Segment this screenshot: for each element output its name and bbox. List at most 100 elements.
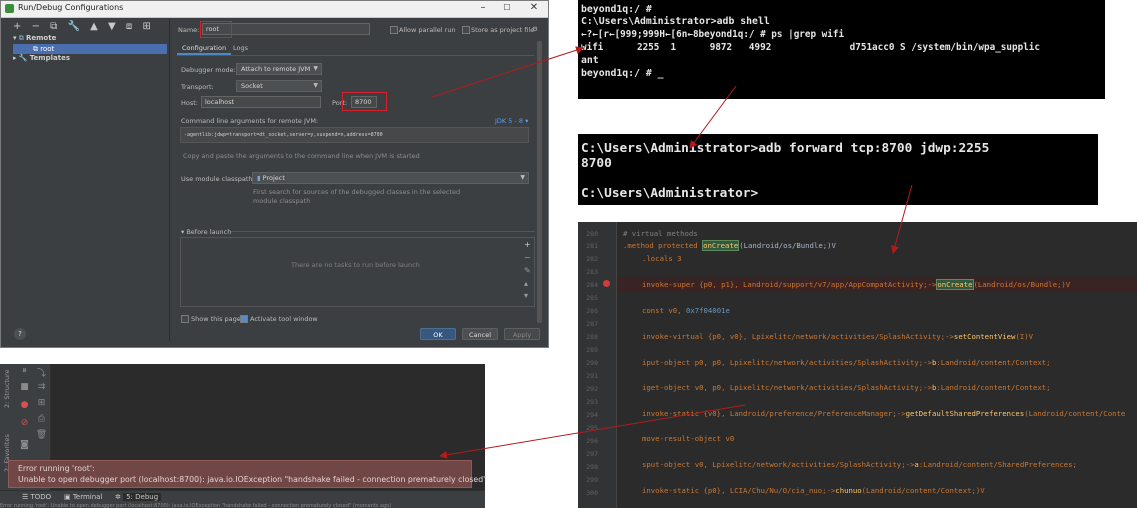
classpath-label: Use module classpath: <box>181 175 255 183</box>
line-number: 296 <box>586 437 598 445</box>
pause-icon[interactable]: ⏸ <box>16 366 33 376</box>
code-method-name: getDefaultSharedPreferences <box>905 409 1025 418</box>
line-number: 281 <box>586 242 598 250</box>
code-text: invoke-super {p0, p1}, Landroid/support/… <box>642 280 937 289</box>
line-number: 297 <box>586 450 598 458</box>
tree-item-label: Remote <box>25 34 57 42</box>
allow-parallel-checkbox[interactable] <box>390 26 398 34</box>
scrollbar[interactable] <box>537 41 542 323</box>
mute-breakpoints-icon[interactable]: ⊘ <box>16 418 33 428</box>
shell-line: ←?←[r←[999;999H←[6n←8beyond1q:/ # ps |gr… <box>581 29 845 40</box>
line-number: 298 <box>586 463 598 471</box>
help-icon[interactable]: ⚙ <box>532 25 538 33</box>
copy-icon[interactable]: ⧉ <box>50 21 57 32</box>
activate-tool-checkbox[interactable] <box>240 315 248 323</box>
code-text: const v0, <box>642 306 686 315</box>
highlight-box <box>200 21 232 38</box>
shell-line: wifi 2255 1 9872 4992 d751acc0 S /system… <box>581 42 1040 53</box>
code-line: invoke-static {v0}, Landroid/preference/… <box>642 409 1125 418</box>
evaluate-icon[interactable]: ⊞ <box>33 398 50 408</box>
add-task-icon[interactable]: + <box>524 240 531 249</box>
move-down-icon[interactable]: ▾ <box>524 291 528 300</box>
move-down-icon[interactable]: ▼ <box>108 21 116 32</box>
classpath-select[interactable]: ▮ Project ▼ <box>252 172 529 184</box>
folder-icon[interactable]: ⧈ <box>126 21 132 32</box>
structure-tab[interactable]: 2: Structure <box>3 369 11 408</box>
print-icon[interactable]: ⎙ <box>33 414 50 424</box>
tree-item-remote[interactable]: ▾ ⧉ Remote <box>13 34 56 43</box>
maximize-icon[interactable]: ☐ <box>495 1 519 16</box>
step-into-icon[interactable]: ⇉ <box>33 382 50 392</box>
divider <box>169 19 170 341</box>
code-editor: 280 281 282 283 284 285 286 287 288 289 … <box>578 222 1137 508</box>
classpath-hint-line2: module classpath <box>253 197 311 205</box>
help-button[interactable]: ? <box>14 328 26 340</box>
code-method-name: onCreate <box>936 279 974 290</box>
step-over-icon[interactable]: ⤵ <box>33 366 50 379</box>
line-number: 284 <box>586 281 598 289</box>
allow-parallel-label: Allow parallel run <box>399 26 456 34</box>
tab-label: 5: Debug <box>123 493 162 501</box>
minimize-icon[interactable]: – <box>471 1 495 16</box>
cmd-args-label: Command line arguments for remote JVM: <box>181 117 319 125</box>
tab-todo[interactable]: ☰ TODO <box>22 492 51 502</box>
error-title: Error running 'root': <box>18 464 95 473</box>
dialog-title: Run/Debug Configurations <box>18 3 124 12</box>
line-number: 287 <box>586 320 598 328</box>
debugger-mode-select[interactable]: Attach to remote JVM ▼ <box>236 63 322 75</box>
remove-icon[interactable]: − <box>32 21 40 32</box>
breakpoint-icon[interactable] <box>603 280 610 287</box>
code-line: const v0, 0x7f04001e <box>642 306 730 315</box>
shell-window-1: beyond1q:/ # C:\Users\Administrator>adb … <box>578 0 1105 99</box>
tab-terminal[interactable]: ▣ Terminal <box>64 492 102 502</box>
trash-icon[interactable]: 🗑 <box>33 430 50 440</box>
line-number: 293 <box>586 398 598 406</box>
tab-configuration[interactable]: Configuration <box>177 43 232 55</box>
camera-icon[interactable]: ◙ <box>16 440 33 450</box>
apply-button[interactable]: Apply <box>504 328 540 340</box>
tab-debug[interactable]: ✲ 5: Debug <box>115 492 162 502</box>
stop-icon[interactable]: ■ <box>16 382 33 392</box>
show-page-checkbox[interactable] <box>181 315 189 323</box>
shell-line: 8700 <box>581 156 612 171</box>
tab-logs[interactable]: Logs <box>233 43 248 53</box>
ok-button[interactable]: OK <box>420 328 456 340</box>
move-up-icon[interactable]: ▴ <box>524 279 528 288</box>
move-up-icon[interactable]: ▲ <box>90 21 98 32</box>
shell-line: C:\Users\Administrator>adb forward tcp:8… <box>581 141 990 156</box>
chevron-down-icon: ▼ <box>313 82 318 89</box>
cmd-args-field[interactable]: -agentlib:jdwp=transport=dt_socket,serve… <box>180 127 529 143</box>
view-breakpoints-icon[interactable]: ● <box>16 400 33 410</box>
code-text: (I)V <box>1015 332 1034 341</box>
line-number: 291 <box>586 372 598 380</box>
line-number: 283 <box>586 268 598 276</box>
tree-toolbar: + − ⧉ 🔧 ▲ ▼ ⧈ ⊞ <box>13 21 158 33</box>
divider <box>231 231 535 232</box>
add-icon[interactable]: + <box>13 21 21 32</box>
before-launch-panel: There are no tasks to run before launch <box>180 237 535 307</box>
line-number: 282 <box>586 255 598 263</box>
wrench-icon: 🔧 <box>18 54 30 62</box>
chevron-down-icon: ▼ <box>520 174 525 181</box>
line-number: 295 <box>586 424 598 432</box>
tree-item-templates[interactable]: ▸ 🔧 Templates <box>13 54 70 62</box>
before-launch-empty: There are no tasks to run before launch <box>291 261 420 269</box>
highlight-box <box>342 92 387 111</box>
sort-icon[interactable]: ⊞ <box>142 21 150 32</box>
classpath-hint-line1: First search for sources of the debugged… <box>253 188 461 196</box>
close-icon[interactable]: ✕ <box>520 1 548 16</box>
cancel-button[interactable]: Cancel <box>462 328 498 340</box>
host-field[interactable]: localhost <box>201 96 321 108</box>
line-number: 294 <box>586 411 598 419</box>
jdk-selector[interactable]: JDK 5 - 8 ▾ <box>495 117 528 125</box>
code-number: 0x7f04001e <box>685 306 730 315</box>
store-project-checkbox[interactable] <box>462 26 470 34</box>
before-launch-header[interactable]: ▾ Before launch <box>181 228 231 236</box>
tree-item-root[interactable]: ⧉ root <box>13 44 167 54</box>
remove-task-icon[interactable]: − <box>524 253 531 262</box>
wrench-icon[interactable]: 🔧 <box>67 21 79 32</box>
line-number: 285 <box>586 294 598 302</box>
edit-task-icon[interactable]: ✎ <box>524 266 531 275</box>
bug-icon: ✲ <box>115 493 124 501</box>
transport-select[interactable]: Socket ▼ <box>236 80 322 92</box>
